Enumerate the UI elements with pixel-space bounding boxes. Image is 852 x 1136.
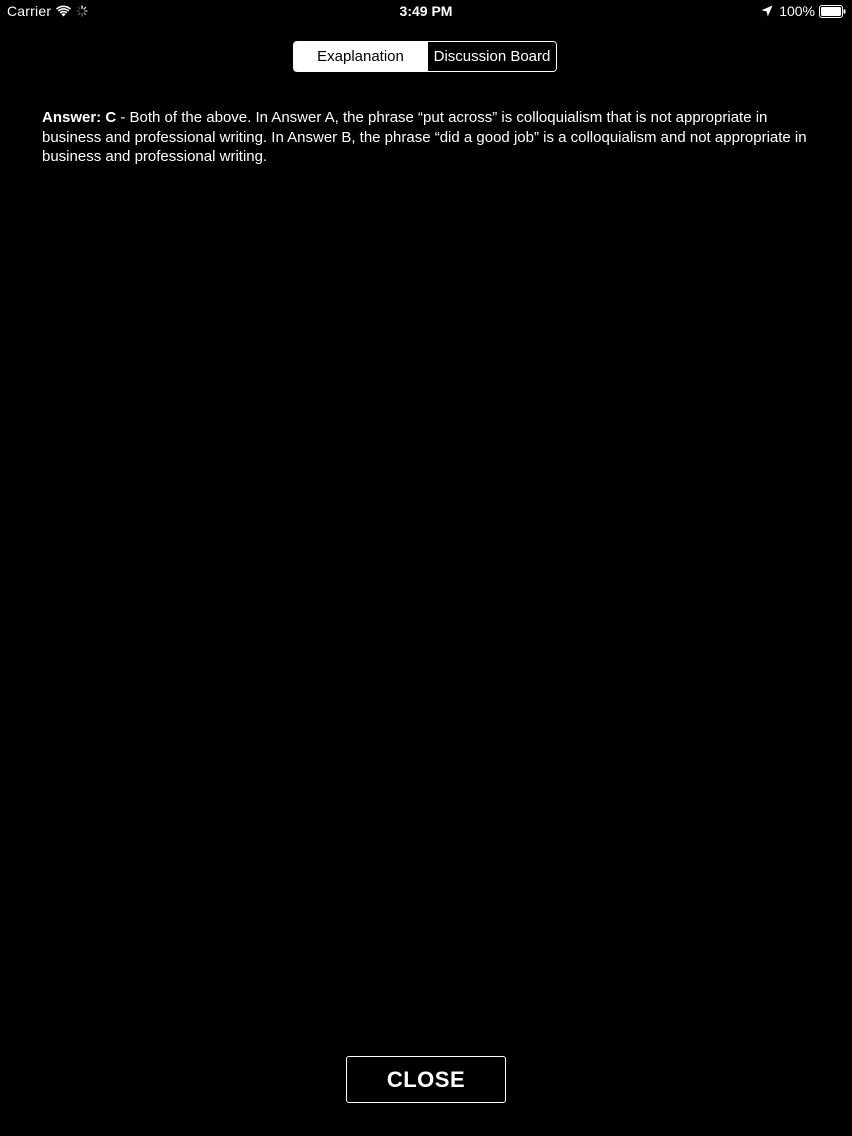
explanation-text: Answer: C - Both of the above. In Answer… — [42, 108, 812, 167]
location-arrow-icon — [761, 5, 773, 17]
battery-percent: 100% — [779, 3, 815, 19]
explanation-screen: Carrier 3:49 PM 100% Exaplanation Discus… — [0, 0, 852, 1136]
tab-explanation[interactable]: Exaplanation — [294, 42, 427, 71]
answer-label: Answer: — [42, 109, 102, 126]
segmented-control: Exaplanation Discussion Board — [293, 41, 557, 72]
tab-discussion-board[interactable]: Discussion Board — [427, 42, 556, 71]
battery-icon — [819, 4, 846, 18]
status-right: 100% — [761, 3, 846, 19]
status-time: 3:49 PM — [399, 3, 453, 19]
answer-choice: C — [105, 109, 117, 126]
explanation-body: - Both of the above. In Answer A, the ph… — [42, 109, 807, 165]
close-button[interactable]: CLOSE — [346, 1056, 506, 1103]
status-bar: Carrier 3:49 PM 100% — [0, 0, 852, 24]
